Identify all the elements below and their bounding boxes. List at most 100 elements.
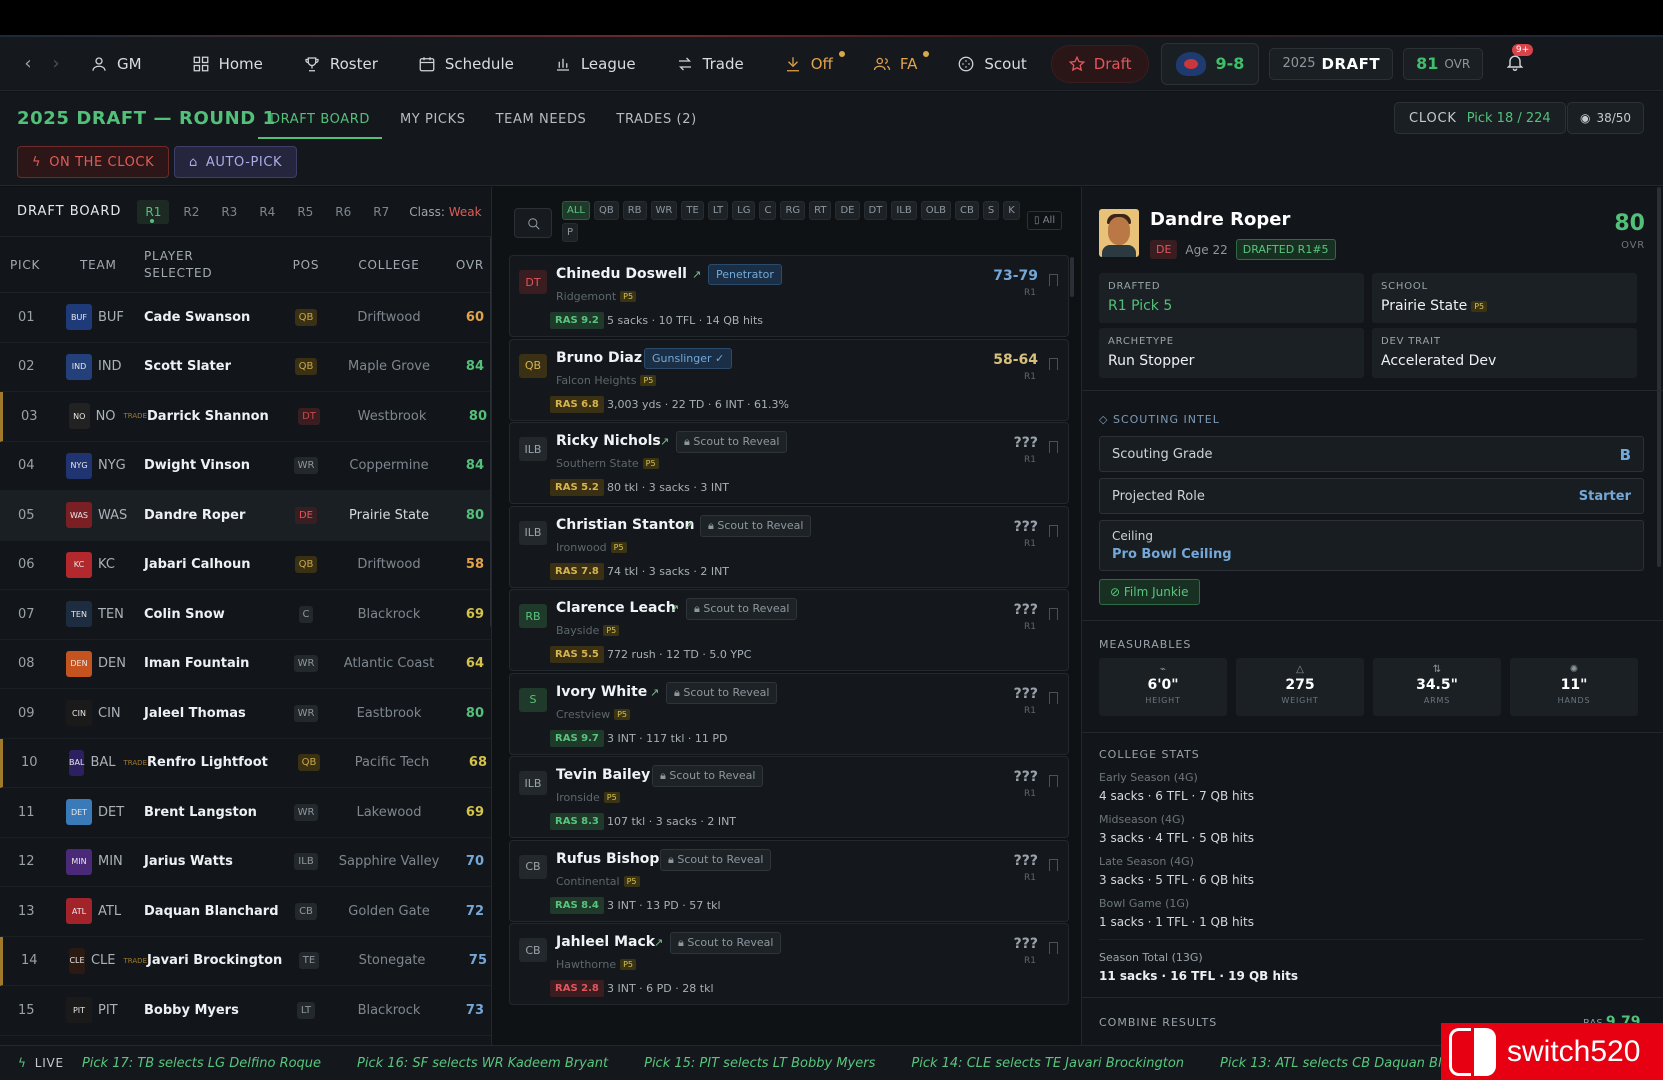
nav-fa[interactable]: FA — [853, 44, 938, 84]
board-row[interactable]: 13 ATL ATL Daquan Blanchard CB Golden Ga… — [0, 887, 491, 937]
prospect-card[interactable]: ILB Ricky Nichols ↗ 🔒︎ Scout to Reveal S… — [509, 422, 1069, 504]
nav-roster[interactable]: Roster — [283, 44, 398, 84]
round-tab-r1[interactable]: R1 — [137, 199, 170, 224]
lock-icon: 🔒︎ — [694, 602, 700, 615]
tab-draft-board[interactable]: DRAFT BOARD — [258, 104, 382, 139]
nav-off[interactable]: Off — [764, 44, 853, 84]
prospect-tag[interactable]: 🔒︎ Scout to Reveal — [670, 932, 782, 954]
filter-chip-dt[interactable]: DT — [863, 201, 888, 220]
bookmark-icon[interactable] — [1049, 942, 1058, 954]
auto-pick-button[interactable]: ⌂ AUTO-PICK — [174, 146, 298, 178]
back-arrow-icon[interactable]: ‹ — [14, 53, 42, 74]
team-record[interactable]: 9-8 — [1160, 42, 1260, 85]
team-cell: BUF BUF — [52, 304, 144, 331]
trait-tag: ⊘ Film Junkie — [1099, 579, 1200, 605]
filter-chip-s[interactable]: S — [982, 201, 1000, 220]
filter-chip-lg[interactable]: LG — [732, 201, 756, 220]
prospect-tag[interactable]: 🔒︎ Scout to Reveal — [666, 681, 778, 704]
board-row[interactable]: 09 CIN CIN Jaleel Thomas WR Eastbrook 80 — [0, 689, 491, 739]
prospect-scrollbar[interactable] — [1070, 257, 1074, 297]
round-tab-r5[interactable]: R5 — [289, 200, 321, 224]
bookmark-icon[interactable] — [1049, 775, 1058, 787]
nav-draft-button[interactable]: Draft — [1050, 44, 1149, 83]
tab-team-needs[interactable]: TEAM NEEDS — [484, 104, 599, 139]
bookmark-icon[interactable] — [1049, 524, 1058, 537]
detail-scrollbar[interactable] — [1657, 187, 1661, 567]
ceiling-row: Ceiling Pro Bowl Ceiling — [1099, 520, 1644, 571]
round-tab-r3[interactable]: R3 — [213, 200, 245, 224]
prospect-tag[interactable]: 🔒︎ Scout to Reveal — [660, 848, 772, 871]
nav-gm[interactable]: GM — [70, 44, 162, 84]
prospect-card[interactable]: DT Chinedu Doswell ↗ Penetrator Ridgemon… — [509, 255, 1069, 337]
round-tab-r7[interactable]: R7 — [365, 200, 397, 224]
board-row[interactable]: 04 NYG NYG Dwight Vinson WR Coppermine 8… — [0, 442, 491, 491]
nav-trade[interactable]: Trade — [656, 44, 764, 84]
on-the-clock-button[interactable]: ϟ ON THE CLOCK — [17, 146, 170, 178]
prospect-card[interactable]: RB Clarence Leach ↗ 🔒︎ Scout to Reveal B… — [509, 589, 1069, 671]
filter-chip-all[interactable]: ALL — [562, 201, 590, 220]
prospect-card[interactable]: QB Bruno Diaz Gunslinger ✓ Falcon Height… — [509, 338, 1069, 421]
divider — [1082, 997, 1663, 998]
bookmark-icon[interactable] — [1049, 357, 1058, 370]
bookmark-icon[interactable] — [1049, 441, 1058, 453]
round-tab-r6[interactable]: R6 — [327, 200, 359, 224]
filter-chip-olb[interactable]: OLB — [920, 201, 952, 220]
board-scrollbar[interactable] — [490, 237, 491, 627]
board-row[interactable]: 15 PIT PIT Bobby Myers LT Blackrock 73 — [0, 986, 491, 1036]
filter-chip-wr[interactable]: WR — [650, 201, 678, 220]
filter-chip-c[interactable]: C — [759, 201, 777, 220]
filter-chip-qb[interactable]: QB — [593, 201, 619, 220]
filter-chip-k[interactable]: K — [1003, 201, 1020, 220]
prospect-tag[interactable]: 🔒︎ Scout to Reveal — [676, 431, 788, 453]
prospect-card[interactable]: ILB Christian Stanton ↗ 🔒︎ Scout to Reve… — [509, 505, 1069, 588]
team-logo: BAL — [69, 749, 85, 776]
round-tab-r2[interactable]: R2 — [175, 200, 207, 224]
forward-arrow-icon[interactable]: › — [42, 53, 70, 74]
prospect-card[interactable]: ILB Tevin Bailey 🔒︎ Scout to Reveal Iron… — [509, 756, 1069, 838]
filter-chip-rg[interactable]: RG — [780, 201, 806, 220]
round-tab-r4[interactable]: R4 — [251, 200, 283, 224]
board-row[interactable]: 10 BAL BAL TRADE Renfro Lightfoot QB Pac… — [0, 738, 491, 788]
prospect-card[interactable]: CB Jahleel Mack ↗ 🔒︎ Scout to Reveal Haw… — [509, 923, 1069, 1005]
search-button[interactable] — [514, 208, 552, 238]
bookmark-icon[interactable] — [1049, 691, 1058, 704]
prospect-tag[interactable]: 🔒︎ Scout to Reveal — [652, 765, 764, 787]
board-row[interactable]: 01 BUF BUF Cade Swanson QB Driftwood 60 — [0, 293, 491, 343]
filter-chip-cb[interactable]: CB — [955, 201, 979, 220]
bookmark-icon[interactable] — [1049, 608, 1058, 620]
filter-chip-rb[interactable]: RB — [622, 201, 647, 220]
board-row[interactable]: 07 TEN TEN Colin Snow C Blackrock 69 — [0, 590, 491, 640]
nav-scout[interactable]: Scout — [937, 44, 1046, 84]
board-row[interactable]: 12 MIN MIN Jarius Watts ILB Sapphire Val… — [0, 838, 491, 887]
prospect-tag: Gunslinger ✓ — [644, 347, 733, 369]
prospect-round: R1 — [1024, 872, 1036, 883]
board-row[interactable]: 06 KC KC Jabari Calhoun QB Driftwood 58 — [0, 541, 491, 590]
prospect-card[interactable]: S Ivory White ↗ 🔒︎ Scout to Reveal Crest… — [509, 672, 1069, 755]
prospect-tag[interactable]: 🔒︎ Scout to Reveal — [700, 514, 812, 537]
bookmark-icon[interactable] — [1049, 858, 1058, 871]
board-row[interactable]: 02 IND IND Scott Slater QB Maple Grove 8… — [0, 343, 491, 392]
board-row[interactable]: 05 WAS WAS Dandre Roper DE Prairie State… — [0, 491, 491, 541]
tab-trades[interactable]: TRADES (2) — [604, 104, 708, 139]
board-row[interactable]: 03 NO NO TRADE Darrick Shannon DT Westbr… — [0, 392, 491, 442]
filter-chip-de[interactable]: DE — [835, 201, 860, 220]
notifications-button[interactable]: 9+ — [1505, 43, 1534, 76]
team-logo: CLE — [69, 947, 85, 974]
board-row[interactable]: 14 CLE CLE TRADE Javari Brockington TE S… — [0, 936, 491, 986]
filter-chip-te[interactable]: TE — [681, 201, 704, 220]
tab-my-picks[interactable]: MY PICKS — [388, 104, 478, 139]
filter-chip-p[interactable]: P — [562, 223, 579, 242]
filter-chip-lt[interactable]: LT — [707, 201, 729, 220]
filter-chip-rt[interactable]: RT — [809, 201, 832, 220]
trend-up-icon: ↗ — [650, 685, 660, 699]
filter-chip-ilb[interactable]: ILB — [891, 201, 917, 220]
prospect-card[interactable]: CB Rufus Bishop 🔒︎ Scout to Reveal Conti… — [509, 839, 1069, 922]
nav-home[interactable]: Home — [172, 44, 283, 84]
board-row[interactable]: 08 DEN DEN Iman Fountain WR Atlantic Coa… — [0, 640, 491, 689]
nav-league[interactable]: League — [534, 44, 656, 84]
bookmark-icon[interactable] — [1049, 274, 1058, 286]
all-toggle[interactable]: ▯ All — [1027, 211, 1063, 230]
nav-schedule[interactable]: Schedule — [398, 44, 534, 84]
board-row[interactable]: 11 DET DET Brent Langston WR Lakewood 69 — [0, 788, 491, 838]
prospect-tag[interactable]: 🔒︎ Scout to Reveal — [686, 598, 798, 620]
